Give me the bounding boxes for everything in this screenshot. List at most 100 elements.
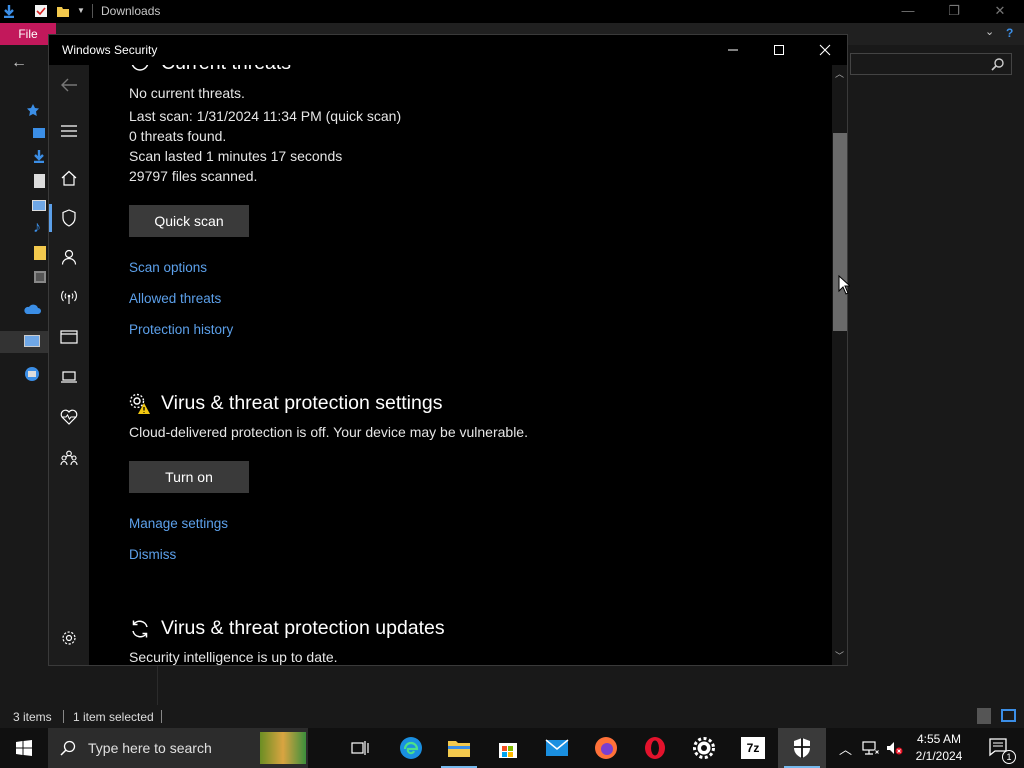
security-shield-icon bbox=[794, 738, 810, 758]
properties-icon[interactable] bbox=[34, 4, 48, 18]
menu-button[interactable] bbox=[49, 113, 89, 149]
desktop-folder-icon[interactable] bbox=[33, 128, 45, 138]
search-placeholder: Type here to search bbox=[88, 740, 212, 756]
dismiss-link[interactable]: Dismiss bbox=[129, 547, 176, 562]
scroll-down-arrow-icon[interactable]: ﹀ bbox=[835, 649, 844, 662]
maximize-button[interactable] bbox=[756, 35, 802, 65]
settings-warning-icon bbox=[129, 393, 150, 414]
nav-device-performance-health[interactable] bbox=[49, 399, 89, 435]
taskbar-clock[interactable]: 4:55 AM 2/1/2024 bbox=[908, 731, 970, 765]
update-sync-icon bbox=[132, 620, 148, 638]
nav-app-browser-control[interactable] bbox=[49, 319, 89, 355]
explorer-search-box[interactable] bbox=[850, 53, 1012, 75]
navigation-rail bbox=[49, 65, 89, 665]
explorer-title: Downloads bbox=[101, 4, 161, 18]
opera-button[interactable] bbox=[631, 728, 679, 768]
network-icon[interactable] bbox=[24, 366, 40, 382]
network-signal-icon bbox=[61, 290, 77, 304]
scan-options-link[interactable]: Scan options bbox=[129, 260, 207, 275]
status-selected-count: 1 item selected bbox=[73, 710, 154, 724]
nav-account-protection[interactable] bbox=[49, 239, 89, 275]
folder-icon bbox=[448, 741, 470, 757]
refresh-clock-icon bbox=[131, 65, 149, 71]
shield-icon bbox=[62, 209, 76, 227]
nav-virus-threat-protection[interactable] bbox=[49, 200, 89, 236]
action-center-button[interactable]: 1 bbox=[976, 728, 1024, 768]
divider bbox=[161, 710, 162, 723]
help-icon[interactable]: ? bbox=[1006, 26, 1013, 40]
onedrive-cloud-icon[interactable] bbox=[23, 303, 41, 315]
customize-quick-access-icon[interactable]: ▼ bbox=[77, 6, 85, 15]
network-icon[interactable] bbox=[862, 740, 880, 756]
quick-scan-button[interactable]: Quick scan bbox=[129, 205, 249, 237]
7zip-icon: 7z bbox=[741, 737, 765, 759]
volume-muted-icon[interactable] bbox=[886, 740, 904, 756]
cloud-protection-warning: Cloud-delivered protection is off. Your … bbox=[129, 424, 528, 440]
firefox-button[interactable] bbox=[582, 728, 630, 768]
close-icon bbox=[819, 44, 831, 56]
close-button[interactable] bbox=[802, 35, 848, 65]
divider bbox=[92, 4, 93, 18]
person-icon bbox=[61, 249, 77, 265]
explorer-close-button[interactable]: ✕ bbox=[977, 0, 1023, 23]
documents-folder-icon[interactable] bbox=[34, 174, 45, 188]
explorer-minimize-button[interactable]: — bbox=[885, 0, 931, 23]
large-icons-view-icon[interactable] bbox=[1001, 709, 1016, 722]
minimize-button[interactable] bbox=[710, 35, 756, 65]
turn-on-button[interactable]: Turn on bbox=[129, 461, 249, 493]
selected-indicator bbox=[49, 204, 52, 232]
nav-settings[interactable] bbox=[49, 620, 89, 656]
folder-icon[interactable] bbox=[34, 246, 46, 260]
allowed-threats-link[interactable]: Allowed threats bbox=[129, 291, 221, 306]
videos-folder-icon[interactable] bbox=[34, 271, 46, 283]
last-scan-line: Last scan: 1/31/2024 11:34 PM (quick sca… bbox=[129, 108, 402, 124]
back-arrow-icon[interactable]: ← bbox=[11, 54, 27, 72]
notification-count-badge: 1 bbox=[1002, 750, 1016, 764]
new-folder-icon[interactable] bbox=[56, 4, 70, 18]
status-item-count: 3 items bbox=[13, 710, 52, 724]
back-button[interactable] bbox=[49, 67, 89, 103]
file-explorer-button[interactable] bbox=[435, 728, 483, 768]
pictures-folder-icon[interactable] bbox=[32, 200, 46, 211]
nav-family-options[interactable] bbox=[49, 440, 89, 476]
nav-device-security[interactable] bbox=[49, 359, 89, 395]
threats-found-line: 0 threats found. bbox=[129, 128, 227, 144]
minimize-icon bbox=[728, 49, 738, 51]
task-view-button[interactable] bbox=[336, 728, 384, 768]
edge-browser-button[interactable] bbox=[387, 728, 435, 768]
download-arrow-icon[interactable] bbox=[2, 4, 16, 18]
7zip-button[interactable]: 7z bbox=[729, 728, 777, 768]
windows-logo-icon bbox=[16, 740, 32, 756]
protection-updates-heading: Virus & threat protection updates bbox=[161, 617, 445, 639]
windows-security-window: Windows Security No current threats. Las… bbox=[48, 34, 848, 666]
scrollbar-thumb[interactable] bbox=[833, 133, 847, 331]
opera-icon bbox=[645, 737, 665, 759]
show-hidden-icons-icon[interactable]: ︿ bbox=[839, 739, 852, 758]
taskbar-search-box[interactable]: Type here to search bbox=[48, 728, 308, 768]
divider bbox=[63, 710, 64, 723]
manage-settings-link[interactable]: Manage settings bbox=[129, 516, 228, 531]
search-icon bbox=[991, 58, 1004, 71]
gear-icon bbox=[62, 631, 76, 645]
mail-button[interactable] bbox=[533, 728, 581, 768]
chevron-down-icon[interactable]: ⌄ bbox=[985, 25, 994, 38]
virus-threat-protection-page: Current threats No current threats. Last… bbox=[89, 65, 832, 665]
hamburger-menu-icon bbox=[61, 125, 77, 137]
scroll-up-arrow-icon[interactable]: ︿ bbox=[835, 67, 844, 80]
nav-home[interactable] bbox=[49, 160, 89, 196]
explorer-restore-button[interactable]: ❐ bbox=[931, 0, 977, 23]
windows-security-taskbar-button[interactable] bbox=[778, 728, 826, 768]
downloads-folder-icon[interactable] bbox=[32, 149, 46, 163]
heart-pulse-icon bbox=[60, 409, 78, 425]
explorer-titlebar: ▼ Downloads — ❐ ✕ bbox=[0, 0, 1024, 23]
details-view-icon[interactable] bbox=[977, 708, 991, 724]
start-button[interactable] bbox=[0, 728, 48, 768]
security-titlebar: Windows Security bbox=[49, 35, 847, 65]
quick-access-star-icon[interactable] bbox=[26, 103, 40, 117]
vertical-scrollbar[interactable]: ︿ ﹀ bbox=[832, 65, 847, 665]
settings-button[interactable] bbox=[680, 728, 728, 768]
nav-firewall-network[interactable] bbox=[49, 279, 89, 315]
protection-history-link[interactable]: Protection history bbox=[129, 322, 233, 337]
microsoft-store-button[interactable] bbox=[484, 728, 532, 768]
music-folder-icon[interactable]: ♪ bbox=[33, 219, 41, 237]
